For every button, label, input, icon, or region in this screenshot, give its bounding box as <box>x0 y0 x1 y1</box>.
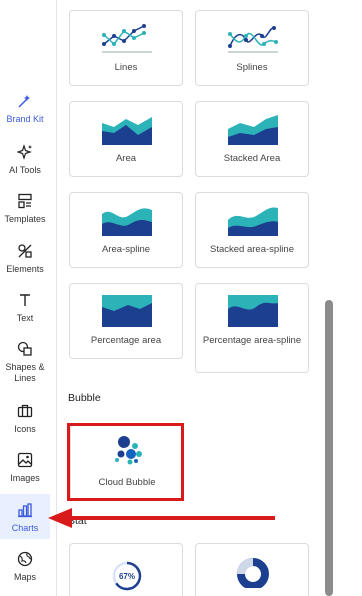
briefcase-icon <box>16 402 34 420</box>
chart-card-label: Area-spline <box>101 244 151 255</box>
chart-card-label: Splines <box>236 62 268 73</box>
sidebar-item-label: Brand Kit <box>6 114 44 124</box>
chart-card-percentage-area[interactable]: Percentage area <box>69 283 183 359</box>
percentage-area-spline-chart-thumbnail <box>228 295 278 327</box>
chart-card-label: Percentage area-spline <box>202 335 302 346</box>
shapes-icon <box>16 340 34 358</box>
magic-wand-icon <box>16 92 34 110</box>
sparkle-icon <box>16 143 34 161</box>
chart-card-stat-donut[interactable] <box>195 543 309 596</box>
stacked-area-chart-thumbnail <box>228 115 278 145</box>
sidebar-item-charts[interactable]: Charts <box>0 494 50 539</box>
chart-card-label: Area <box>115 153 137 164</box>
area-chart-thumbnail <box>102 117 152 145</box>
stacked-area-spline-chart-thumbnail <box>228 207 278 236</box>
text-icon <box>16 291 34 309</box>
chart-card-label: Stacked area-spline <box>210 244 294 255</box>
chart-card-label: Lines <box>114 62 138 73</box>
sidebar-item-images[interactable]: Images <box>0 451 50 484</box>
percentage-area-chart-thumbnail <box>102 295 152 327</box>
chart-card-label: Percentage area <box>90 335 162 346</box>
sidebar-item-label: AI Tools <box>9 165 41 175</box>
chart-card-area-spline[interactable]: Area-spline <box>69 192 183 268</box>
sidebar-item-label: Maps <box>13 572 36 582</box>
chart-card-stacked-area[interactable]: Stacked Area <box>195 101 309 177</box>
sidebar-item-maps[interactable]: Maps <box>0 550 50 583</box>
sidebar-item-elements[interactable]: Elements <box>0 242 50 275</box>
stat-percent-text: 67% <box>119 572 135 581</box>
chart-card-stacked-area-spline[interactable]: Stacked area-spline <box>195 192 309 268</box>
charts-panel: Lines Splines Area Stacked Area Area-spl… <box>58 0 362 596</box>
annotation-arrow-shaft <box>70 516 275 520</box>
sidebar-item-label: Templates <box>4 214 46 224</box>
splines-chart-thumbnail <box>228 26 278 53</box>
sidebar-item-label: Elements <box>6 264 44 274</box>
area-spline-chart-thumbnail <box>102 208 152 236</box>
image-icon <box>16 451 34 469</box>
annotation-arrow-head <box>48 508 72 528</box>
chart-card-label: Stacked Area <box>223 153 281 164</box>
sidebar-item-label: Shapes & Lines <box>5 362 45 383</box>
sidebar-item-text[interactable]: Text <box>0 291 50 324</box>
sidebar-item-label: Images <box>10 473 40 483</box>
chart-card-lines[interactable]: Lines <box>69 10 183 86</box>
globe-icon <box>16 550 34 568</box>
chart-card-splines[interactable]: Splines <box>195 10 309 86</box>
sidebar-item-templates[interactable]: Templates <box>0 192 50 225</box>
section-title-bubble: Bubble <box>68 392 101 404</box>
chart-card-area[interactable]: Area <box>69 101 183 177</box>
sidebar-item-shapes-lines[interactable]: Shapes & Lines <box>0 340 50 384</box>
sidebar-item-label: Text <box>16 313 34 323</box>
progress-ring-thumbnail: 67% <box>112 561 142 591</box>
left-sidebar: Brand Kit AI Tools Templates Elements Te… <box>0 0 57 596</box>
sidebar-item-label: Icons <box>14 424 36 434</box>
sidebar-item-label: Charts <box>11 523 39 533</box>
chart-card-stat-progress[interactable]: 67% <box>69 543 183 596</box>
sidebar-item-icons[interactable]: Icons <box>0 402 50 435</box>
lines-chart-thumbnail <box>102 24 152 53</box>
templates-icon <box>16 192 34 210</box>
panel-scrollbar[interactable] <box>325 300 333 596</box>
highlight-box <box>67 423 184 501</box>
elements-icon <box>16 242 34 260</box>
bar-chart-icon <box>16 501 34 519</box>
sidebar-item-brand-kit[interactable]: Brand Kit <box>0 92 50 125</box>
donut-chart-thumbnail <box>237 558 269 588</box>
sidebar-item-ai-tools[interactable]: AI Tools <box>0 143 50 176</box>
chart-card-percentage-area-spline[interactable]: Percentage area-spline <box>195 283 309 373</box>
